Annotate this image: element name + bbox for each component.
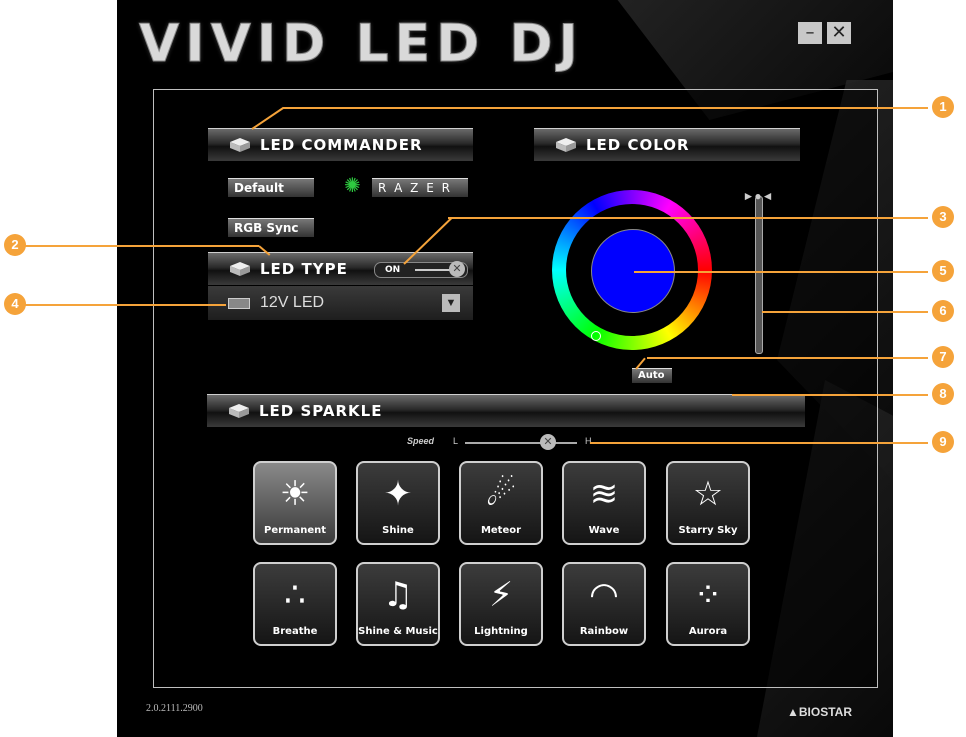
callout-line-6 <box>762 311 928 313</box>
speed-low-label: L <box>453 436 459 446</box>
close-button[interactable]: ✕ <box>827 22 851 44</box>
callout-line-5 <box>634 271 928 273</box>
brand-triangle-icon: ▲ <box>787 705 799 719</box>
header-label: LED COLOR <box>586 136 690 154</box>
cube-icon <box>556 138 576 152</box>
lightning-icon: ⚡ <box>489 575 513 615</box>
music-icon: ♫ <box>382 575 414 615</box>
rainbow-icon: ◠ <box>589 575 619 615</box>
breathe-icon: ∴ <box>284 575 306 615</box>
effect-wave[interactable]: ≋ Wave <box>562 461 646 545</box>
minimize-button[interactable]: – <box>798 22 822 44</box>
speed-high-label: H <box>585 436 592 446</box>
effect-starry-sky[interactable]: ☆ Starry Sky <box>666 461 750 545</box>
color-wheel-cursor[interactable] <box>591 331 601 341</box>
callout-line-3 <box>448 217 928 219</box>
speed-knob-icon[interactable]: ✕ <box>540 434 556 450</box>
slider-thumb-icon[interactable]: ►●◄ <box>738 188 778 204</box>
led-commander-header: LED COMMANDER <box>208 128 473 161</box>
led-type-dropdown[interactable]: 12V LED ▼ <box>208 286 473 320</box>
razer-logo-icon: ✺ <box>344 175 361 197</box>
cube-icon <box>230 138 250 152</box>
sun-icon: ☀ <box>279 474 311 514</box>
callout-line-1 <box>283 107 928 109</box>
effect-label: Lightning <box>474 626 528 637</box>
header-label: LED SPARKLE <box>259 402 383 420</box>
effect-label: Starry Sky <box>678 525 738 536</box>
callout-1: 1 <box>932 96 954 118</box>
effect-permanent[interactable]: ☀ Permanent <box>253 461 337 545</box>
callout-2: 2 <box>4 234 26 256</box>
speed-label: Speed <box>407 436 435 446</box>
cube-icon <box>229 404 249 418</box>
header-label: LED TYPE <box>260 260 348 278</box>
effect-label: Aurora <box>688 626 728 637</box>
callout-4: 4 <box>4 293 26 315</box>
led-type-header: LED TYPE ON ✕ <box>208 252 473 285</box>
effect-breathe[interactable]: ∴ Breathe <box>253 562 337 646</box>
toggle-track <box>415 269 451 271</box>
callout-6: 6 <box>932 300 954 322</box>
callout-line-9 <box>590 442 928 444</box>
header-label: LED COMMANDER <box>260 136 423 154</box>
version-label: 2.0.2111.2900 <box>146 703 203 714</box>
auto-button[interactable]: Auto <box>632 368 672 383</box>
effect-rainbow[interactable]: ◠ Rainbow <box>562 562 646 646</box>
callout-line-2 <box>22 245 259 247</box>
toggle-knob-icon[interactable]: ✕ <box>449 261 465 277</box>
led-type-toggle[interactable]: ON ✕ <box>374 261 468 278</box>
brightness-slider[interactable] <box>755 196 763 354</box>
effect-label: Shine & Music <box>358 626 438 637</box>
effect-label: Meteor <box>480 525 522 536</box>
stars-icon: ☆ <box>692 474 724 514</box>
callout-line-4 <box>22 304 226 306</box>
callout-3: 3 <box>932 206 954 228</box>
rgb-sync-button[interactable]: RGB Sync <box>228 218 314 237</box>
app-title: VIVID LED DJ <box>139 14 584 75</box>
effect-label: Rainbow <box>579 626 629 637</box>
effect-aurora[interactable]: ⁘ Aurora <box>666 562 750 646</box>
meteor-icon: ☄ <box>485 474 517 514</box>
callout-9: 9 <box>932 431 954 453</box>
callout-line-7 <box>647 357 928 359</box>
callout-7: 7 <box>932 346 954 368</box>
callout-line-8 <box>732 394 928 396</box>
effect-meteor[interactable]: ☄ Meteor <box>459 461 543 545</box>
toggle-label: ON <box>385 265 401 275</box>
effect-shine-music[interactable]: ♫ Shine & Music <box>356 562 440 646</box>
led-color-header: LED COLOR <box>534 128 800 161</box>
speed-slider[interactable]: Speed L ✕ H <box>407 434 597 450</box>
aurora-icon: ⁘ <box>693 575 723 615</box>
callout-5: 5 <box>932 260 954 282</box>
effect-shine[interactable]: ✦ Shine <box>356 461 440 545</box>
wave-icon: ≋ <box>589 474 619 514</box>
led-sparkle-header: LED SPARKLE <box>207 394 805 427</box>
cube-icon <box>230 262 250 276</box>
effect-label: Shine <box>382 525 414 536</box>
brand-logo: ▲BIOSTAR <box>787 705 852 719</box>
sparkle-icon: ✦ <box>383 474 413 514</box>
razer-button[interactable]: R A Z E R <box>372 178 468 197</box>
dropdown-value: 12V LED <box>260 294 325 311</box>
default-button[interactable]: Default <box>228 178 314 197</box>
effect-label: Wave <box>588 525 620 536</box>
effect-lightning[interactable]: ⚡ Lightning <box>459 562 543 646</box>
effect-label: Permanent <box>263 525 326 536</box>
callout-8: 8 <box>932 383 954 405</box>
effect-label: Breathe <box>272 626 318 637</box>
speed-track <box>465 442 577 444</box>
led-strip-icon <box>228 298 250 309</box>
chevron-down-icon[interactable]: ▼ <box>442 294 460 312</box>
